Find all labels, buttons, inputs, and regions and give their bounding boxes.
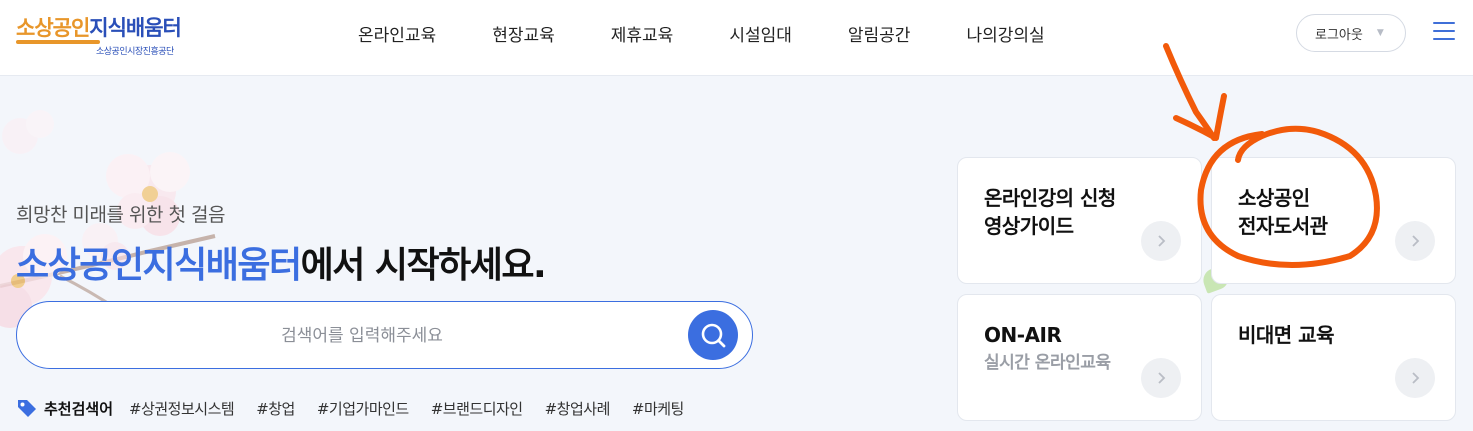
card-title: 비대면 교육: [1238, 323, 1334, 347]
nav-item-my-classroom[interactable]: 나의강의실: [966, 21, 1044, 46]
logo-title: 소상공인지식배움터: [16, 12, 182, 42]
hamburger-menu-icon[interactable]: [1433, 22, 1455, 42]
hero-headline-rest: 에서 시작하세요.: [300, 245, 547, 286]
card-online-lecture-guide[interactable]: 온라인강의 신청 영상가이드: [957, 157, 1202, 284]
logo-underline: [16, 40, 100, 44]
site-header: 소상공인지식배움터 소상공인시장진흥공단 온라인교육 현장교육 제휴교육 시설임…: [0, 0, 1473, 76]
logo-title-part2: 지식배움터: [89, 16, 182, 40]
keyword-tag[interactable]: #상권정보시스템: [129, 398, 235, 419]
card-subtitle: 실시간 온라인교육: [984, 353, 1111, 373]
chevron-right-icon[interactable]: [1141, 221, 1181, 261]
card-title: 소상공인: [1238, 186, 1310, 210]
card-title: 온라인강의 신청: [984, 186, 1116, 210]
hero-headline-highlight: 소상공인지식배움터: [16, 245, 302, 286]
logout-button[interactable]: 로그아웃 ▼: [1296, 14, 1406, 52]
recommended-keywords: 추천검색어 #상권정보시스템 #창업 #기업가마인드 #브랜드디자인 #창업사례…: [16, 396, 706, 420]
search-input[interactable]: [47, 316, 677, 356]
magnifier-icon: [701, 323, 726, 348]
recommended-title: 추천검색어: [16, 398, 113, 419]
chevron-right-icon[interactable]: [1395, 221, 1435, 261]
keyword-tag[interactable]: #창업사례: [545, 398, 611, 419]
chevron-right-icon[interactable]: [1395, 358, 1435, 398]
nav-item-partner-education[interactable]: 제휴교육: [611, 21, 674, 46]
keyword-tag[interactable]: #기업가마인드: [317, 398, 409, 419]
nav-item-facility-rental[interactable]: 시설임대: [729, 21, 792, 46]
keyword-tag[interactable]: #브랜드디자인: [431, 398, 523, 419]
hero-tagline: 희망찬 미래를 위한 첫 걸음: [16, 204, 225, 226]
logo-subtitle: 소상공인시장진흥공단: [96, 47, 174, 57]
caret-down-icon: ▼: [1376, 28, 1384, 38]
logout-label: 로그아웃: [1315, 27, 1363, 43]
card-subtitle: 전자도서관: [1238, 214, 1328, 238]
recommended-title-label: 추천검색어: [44, 399, 114, 418]
keyword-tag[interactable]: #창업: [256, 398, 295, 419]
tag-icon: [18, 400, 36, 417]
nav-item-online-education[interactable]: 온라인교육: [358, 21, 436, 46]
main-nav: 온라인교육 현장교육 제휴교육 시설임대 알림공간 나의강의실: [338, 0, 1045, 66]
search-button[interactable]: [688, 310, 738, 360]
logo-title-part1: 소상공인: [16, 16, 90, 40]
card-subtitle: 영상가이드: [984, 214, 1074, 238]
nav-item-notice[interactable]: 알림공간: [848, 21, 911, 46]
card-e-library[interactable]: 소상공인 전자도서관: [1211, 157, 1456, 284]
nav-item-field-education[interactable]: 현장교육: [492, 21, 555, 46]
card-on-air[interactable]: ON-AIR 실시간 온라인교육: [957, 294, 1202, 421]
site-logo[interactable]: 소상공인지식배움터 소상공인시장진흥공단: [16, 12, 186, 62]
hero-headline: 소상공인지식배움터에서 시작하세요.: [16, 236, 547, 288]
keyword-tag[interactable]: #마케팅: [632, 398, 684, 419]
search-bar: [16, 301, 753, 369]
card-title: ON-AIR: [984, 323, 1062, 347]
chevron-right-icon[interactable]: [1141, 358, 1181, 398]
card-remote-education[interactable]: 비대면 교육: [1211, 294, 1456, 421]
